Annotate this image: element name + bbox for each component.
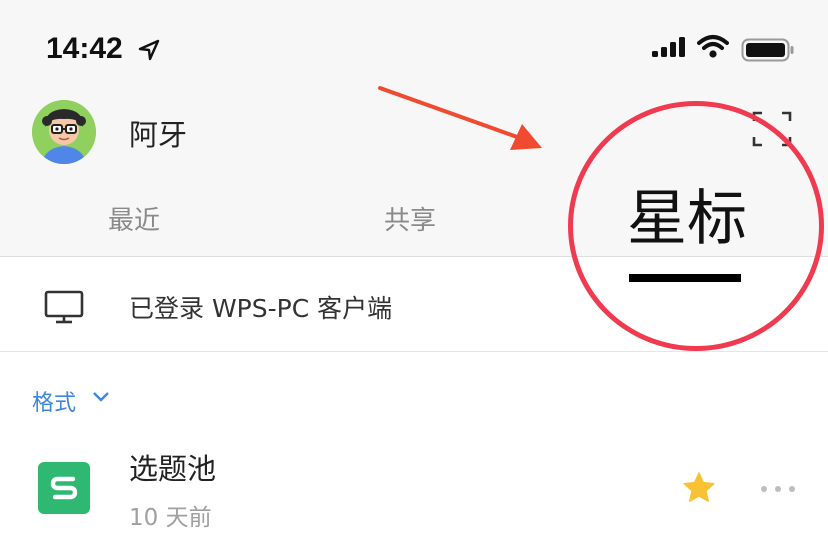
- divider: [0, 351, 828, 352]
- pc-login-text: 已登录 WPS-PC 客户端: [129, 294, 393, 323]
- tab-shared[interactable]: 共享: [384, 200, 436, 237]
- avatar[interactable]: [32, 100, 96, 164]
- wifi-icon: [697, 35, 729, 58]
- format-filter[interactable]: 格式: [32, 385, 76, 417]
- tab-recent[interactable]: 最近: [108, 200, 160, 237]
- more-icon[interactable]: [760, 484, 796, 494]
- username[interactable]: 阿牙: [129, 112, 187, 154]
- desktop-monitor-icon: [44, 290, 84, 324]
- battery-icon: [741, 38, 794, 62]
- star-icon[interactable]: [682, 471, 716, 505]
- signal-icon: [652, 37, 685, 57]
- highlight-circle-annotation: [568, 101, 824, 351]
- file-modified-time: 10 天前: [129, 505, 212, 531]
- avatar-cartoon-icon: [32, 100, 96, 164]
- red-arrow-annotation: [378, 86, 542, 150]
- spreadsheet-file-icon: [38, 462, 90, 514]
- file-name[interactable]: 选题池: [129, 446, 216, 488]
- status-time: 14:42: [46, 32, 123, 65]
- location-arrow-icon: [138, 39, 160, 61]
- chevron-down-icon[interactable]: [92, 391, 110, 403]
